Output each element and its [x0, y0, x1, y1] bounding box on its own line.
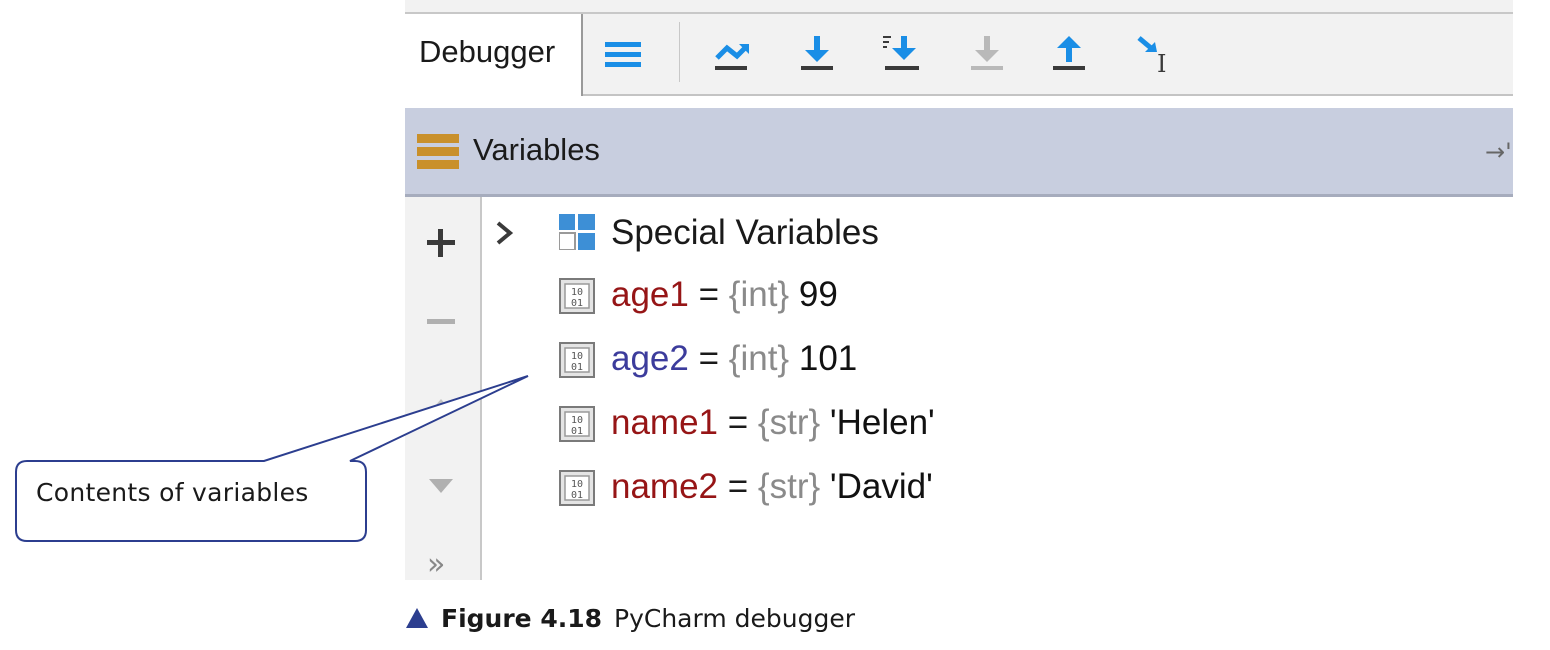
variable-name: age2	[611, 339, 689, 378]
triangle-icon	[406, 608, 428, 628]
variable-equals: =	[688, 275, 729, 314]
step-over-icon[interactable]	[795, 32, 839, 76]
variable-value: 'Helen'	[820, 403, 935, 442]
variables-title: Variables	[473, 132, 600, 167]
variable-type: {int}	[728, 339, 790, 378]
variable-type: {str}	[757, 403, 821, 442]
svg-text:10: 10	[571, 415, 583, 426]
figure-caption: Figure 4.18 PyCharm debugger	[405, 604, 855, 633]
tab-debugger-label: Debugger	[419, 34, 556, 69]
remove-icon[interactable]	[421, 301, 461, 341]
svg-text:I: I	[1157, 50, 1166, 76]
variable-type: {str}	[757, 467, 821, 506]
variable-value: 101	[789, 339, 858, 378]
move-up-icon[interactable]	[421, 387, 461, 427]
variable-type: {int}	[728, 275, 790, 314]
force-step-into-icon[interactable]	[965, 32, 1009, 76]
variable-type-icon: 1001	[559, 470, 595, 506]
variable-name: name2	[611, 467, 719, 506]
tree-row-special-variables[interactable]: Special Variables	[489, 208, 1389, 258]
variables-icon	[417, 134, 459, 169]
special-variables-label: Special Variables	[611, 213, 879, 252]
show-execution-point-icon[interactable]	[709, 32, 753, 76]
variable-type-icon: 1001	[559, 406, 595, 442]
special-variables-icon	[559, 214, 595, 250]
svg-text:01: 01	[571, 490, 583, 501]
debugger-toolbar: Debugger I	[405, 14, 1513, 96]
variable-entry: name1 = {str} 'Helen'	[611, 398, 935, 448]
variable-equals: =	[688, 339, 729, 378]
variable-name: age1	[611, 275, 689, 314]
step-out-icon[interactable]	[1047, 32, 1091, 76]
editor-bottom-strip	[405, 0, 1513, 14]
variable-entry: name2 = {str} 'David'	[611, 462, 933, 512]
variable-value: 'David'	[820, 467, 933, 506]
variable-entry: age2 = {int} 101	[611, 334, 857, 384]
svg-text:01: 01	[571, 298, 583, 309]
svg-text:10: 10	[571, 287, 583, 298]
variable-equals: =	[718, 403, 758, 442]
run-to-cursor-icon[interactable]: I	[1133, 32, 1177, 76]
svg-text:01: 01	[571, 362, 583, 373]
callout-label: Contents of variables	[36, 478, 309, 507]
pin-icon[interactable]: →'	[1485, 138, 1513, 166]
move-down-icon[interactable]	[421, 465, 461, 505]
variable-entry: age1 = {int} 99	[611, 270, 838, 320]
variable-row[interactable]: 10 01 age2 = {int} 101	[489, 334, 1389, 384]
more-glyph: »	[427, 547, 446, 580]
more-icon[interactable]: »	[421, 547, 461, 580]
toolbar-separator	[679, 22, 680, 82]
variable-type-icon: 1001	[559, 342, 595, 378]
figure-label: Figure 4.18	[441, 604, 603, 633]
figure-caption-text: PyCharm debugger	[614, 604, 856, 633]
add-icon[interactable]	[421, 223, 461, 263]
debugger-panel: Debugger I Variables →' » Special Variab…	[405, 0, 1513, 580]
variable-equals: =	[718, 467, 758, 506]
variable-name: name1	[611, 403, 719, 442]
variable-row[interactable]: 10 01 name2 = {str} 'David'	[489, 462, 1389, 512]
variable-value: 99	[789, 275, 838, 314]
svg-text:10: 10	[571, 351, 583, 362]
menu-icon[interactable]	[601, 32, 645, 76]
tab-debugger[interactable]: Debugger	[405, 14, 583, 96]
variable-row[interactable]: 10 01 age1 = {int} 99	[489, 270, 1389, 320]
variable-row[interactable]: 10 01 name1 = {str} 'Helen'	[489, 398, 1389, 448]
variables-header: Variables →'	[405, 108, 1513, 197]
svg-text:10: 10	[571, 479, 583, 490]
variable-type-icon: 1001	[559, 278, 595, 314]
variables-gutter: »	[405, 197, 482, 580]
svg-text:01: 01	[571, 426, 583, 437]
chevron-right-icon[interactable]	[489, 218, 519, 248]
step-into-my-code-icon[interactable]	[879, 32, 923, 76]
